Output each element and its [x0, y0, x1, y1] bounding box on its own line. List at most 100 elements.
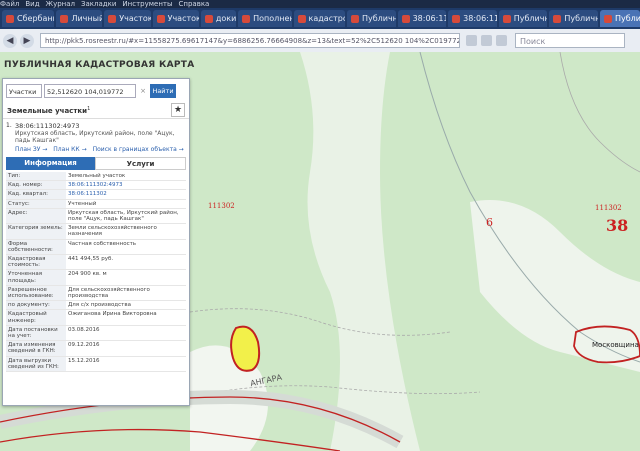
menu-item[interactable]: Справка: [179, 0, 210, 8]
tab-information[interactable]: Информация: [6, 157, 95, 170]
browser-tab-label: доки: [215, 14, 237, 23]
info-row: Кадастровый инженер: Ожиганова Ирина Викт…: [6, 309, 186, 326]
section-header: Земельные участки1 ★: [3, 102, 189, 119]
browser-tab[interactable]: 38:06:11: [397, 10, 447, 27]
coordinate-input[interactable]: 52,512620 104,019772: [44, 84, 136, 98]
info-row: Адрес: Иркутская область, Иркутский район…: [6, 208, 186, 225]
info-key: Уточненная площадь:: [6, 269, 66, 286]
search-in-bounds-link[interactable]: Поиск в границах объекта →: [93, 146, 184, 153]
back-button[interactable]: ◀: [3, 33, 17, 48]
favicon-icon: [401, 14, 410, 23]
info-key: Форма собственности:: [6, 239, 66, 256]
browser-tab-label: Пополнен: [253, 14, 292, 23]
quarter-plan-link[interactable]: План КК →: [53, 146, 86, 153]
result-cadastral-number[interactable]: 38:06:111302:4973: [15, 122, 185, 130]
favicon-icon: [297, 14, 306, 23]
browser-tab[interactable]: Публичн: [498, 10, 548, 27]
favicon-icon: [603, 14, 612, 23]
browser-tab-label: 38:06:11: [412, 14, 447, 23]
url-field[interactable]: http://pkk5.rosreestr.ru/#x=11558275.696…: [40, 33, 460, 48]
browser-tab-label: Участок: [167, 14, 199, 23]
favicon-icon: [156, 14, 165, 23]
browser-menubar: Файл Вид Журнал Закладки Инструменты Справка: [0, 0, 640, 8]
favicon-icon: [452, 14, 461, 23]
number-label: 6: [486, 216, 493, 229]
info-value: Учтенный: [66, 199, 186, 209]
info-row: Дата изменения сведений в ГКН: 09.12.2016: [6, 340, 186, 357]
info-row: Категория земель: Земли сельскохозяйствен…: [6, 223, 186, 240]
info-row: Разрешенное использование: Для сельскохоз…: [6, 285, 186, 302]
search-type-select[interactable]: Участки: [6, 84, 42, 98]
browser-tab-label: Сбербанк: [17, 14, 55, 23]
info-key: Категория земель:: [6, 223, 66, 240]
info-value: 03.08.2016: [66, 325, 186, 342]
browser-tab[interactable]: Личный: [56, 10, 103, 27]
home-icon[interactable]: [496, 35, 507, 46]
menu-item[interactable]: Инструменты: [122, 0, 172, 8]
forward-button[interactable]: ▶: [20, 33, 34, 48]
search-panel: Участки 52,512620 104,019772 × Найти Зем…: [2, 78, 190, 406]
info-key: Дата постановки на учет:: [6, 325, 66, 342]
info-row: Тип: Земельный участок: [6, 172, 186, 182]
info-value: Для с/х производства: [66, 300, 186, 311]
search-row: Участки 52,512620 104,019772 × Найти: [6, 83, 186, 99]
info-key: Кад. номер:: [6, 180, 66, 191]
browser-tabbar: Сбербанк Личный Участок Участок доки Пополнен…: [0, 8, 640, 29]
favicon-icon: [242, 14, 251, 23]
info-row: Кадастровая стоимость: 441 494,55 руб.: [6, 254, 186, 271]
browser-tab[interactable]: кадастро: [293, 10, 345, 27]
result-item[interactable]: 1. 38:06:111302:4973 Иркутская область, …: [3, 119, 189, 155]
info-value: 09.12.2016: [66, 340, 186, 357]
info-key: Дата изменения сведений в ГКН:: [6, 340, 66, 357]
result-index: 1.: [6, 122, 12, 129]
info-row: Кад. номер: 38:06:111302:4973: [6, 180, 186, 191]
number-label: 38: [606, 216, 629, 235]
info-row: Форма собственности: Частная собственност…: [6, 239, 186, 256]
info-row: по документу: Для с/х производства: [6, 300, 186, 311]
info-key: Кадастровая стоимость:: [6, 254, 66, 271]
browser-tab[interactable]: Публи: [599, 10, 640, 27]
browser-tab[interactable]: 38:06:11: [448, 10, 497, 27]
favicon-icon: [204, 14, 213, 23]
info-key: по документу:: [6, 300, 66, 311]
info-key: Дата выгрузки сведений из ГКН:: [6, 356, 66, 373]
find-button[interactable]: Найти: [150, 84, 176, 98]
browser-tab[interactable]: Сбербанк: [2, 10, 55, 27]
info-value[interactable]: 38:06:111302:4973: [66, 180, 186, 191]
browser-tab[interactable]: Участок: [104, 10, 151, 27]
info-value: Земельный участок: [66, 172, 186, 182]
parcel-info-table: Тип: Земельный участок Кад. номер: 38:06:11…: [6, 172, 186, 373]
star-bookmark-icon[interactable]: [466, 35, 477, 46]
browser-tab[interactable]: Участок: [152, 10, 199, 27]
quarter-label: 111302: [208, 202, 235, 210]
selected-parcel-4973: [230, 325, 261, 372]
info-value: 15.12.2016: [66, 356, 186, 373]
map-title: ПУБЛИЧНАЯ КАДАСТРОВАЯ КАРТА: [4, 60, 195, 70]
info-key: Адрес:: [6, 208, 66, 225]
info-value: 204 900 кв. м: [66, 269, 186, 286]
info-key: Статус:: [6, 199, 66, 209]
section-title: Земельные участки: [7, 106, 88, 115]
info-value[interactable]: 38:06:111302: [66, 189, 186, 200]
tab-services[interactable]: Услуги: [95, 157, 186, 170]
parcel-plan-link[interactable]: План ЗУ →: [15, 146, 47, 153]
browser-tab-label: Публи: [614, 14, 640, 23]
clear-icon[interactable]: ×: [138, 84, 148, 98]
info-key: Кадастровый инженер:: [6, 309, 66, 326]
browser-search-field[interactable]: Поиск: [515, 33, 625, 48]
info-value: Для сельскохозяйственного производства: [66, 285, 186, 302]
favicon-icon: [108, 14, 117, 23]
browser-tab-label: Участок: [119, 14, 151, 23]
menu-item[interactable]: Журнал: [46, 0, 75, 8]
browser-tab[interactable]: Пополнен: [238, 10, 292, 27]
menu-item[interactable]: Вид: [25, 0, 39, 8]
browser-tab[interactable]: доки: [200, 10, 237, 27]
reload-icon[interactable]: [481, 35, 492, 46]
browser-tab[interactable]: Публичн: [346, 10, 396, 27]
menu-item[interactable]: Файл: [0, 0, 19, 8]
menu-item[interactable]: Закладки: [81, 0, 116, 8]
browser-tab[interactable]: Публичн: [549, 10, 598, 27]
detail-tabs: Информация Услуги: [6, 157, 186, 170]
info-key: Разрешенное использование:: [6, 285, 66, 302]
favorite-star-icon[interactable]: ★: [171, 103, 185, 117]
